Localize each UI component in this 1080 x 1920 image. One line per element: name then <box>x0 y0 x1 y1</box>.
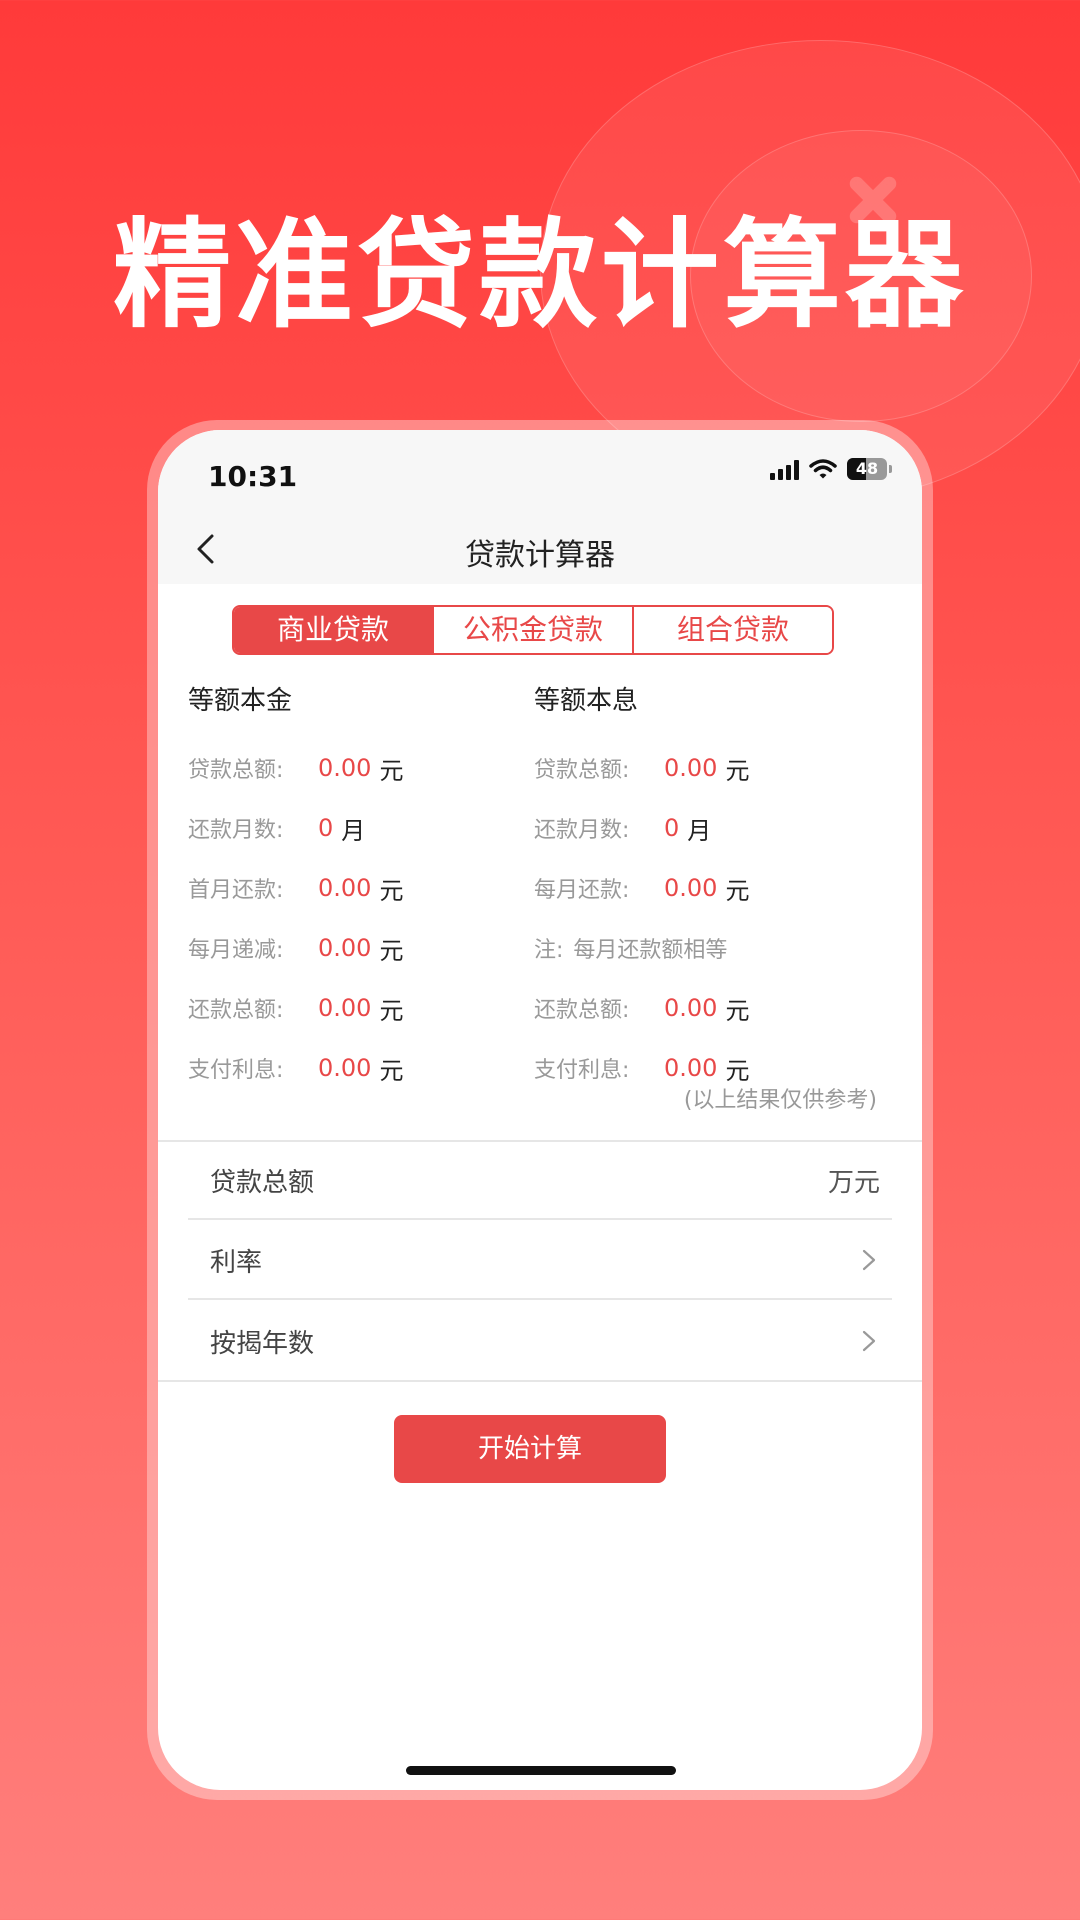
result-value: 0.00 <box>318 934 372 962</box>
equal-principal-column: 等额本金 贷款总额: 0.00 元 还款月数: 0 月 首月还款: 0.00 元… <box>188 678 534 1098</box>
result-unit: 元 <box>725 756 750 785</box>
result-unit: 元 <box>379 996 404 1025</box>
result-row: 还款月数: 0 月 <box>534 798 880 858</box>
status-time: 10:31 <box>208 460 298 493</box>
result-value: 0 <box>318 814 334 842</box>
nav-title: 贷款计算器 <box>465 538 615 573</box>
result-value: 0.00 <box>318 874 372 902</box>
result-label: 贷款总额: <box>188 758 284 783</box>
equal-installment-column: 等额本息 贷款总额: 0.00 元 还款月数: 0 月 每月还款: 0.00 元… <box>534 678 880 1098</box>
result-unit: 月 <box>687 816 712 845</box>
status-bar: 10:31 48 <box>158 430 922 514</box>
result-value: 0.00 <box>318 994 372 1022</box>
result-value: 0.00 <box>318 1054 372 1082</box>
result-row: 还款总额: 0.00 元 <box>534 978 880 1038</box>
result-label: 首月还款: <box>188 878 284 903</box>
result-row-note: 注: 每月还款额相等 <box>534 918 880 978</box>
result-label: 还款月数: <box>188 818 284 843</box>
disclaimer-note: (以上结果仅供参考) <box>683 1088 877 1113</box>
home-indicator[interactable] <box>406 1766 676 1775</box>
result-value: 0.00 <box>664 1054 718 1082</box>
signal-icon <box>770 458 799 480</box>
loan-type-tabs: 商业贷款 公积金贷款 组合贷款 <box>232 605 834 655</box>
result-unit: 元 <box>725 1056 750 1085</box>
wifi-icon <box>809 459 837 479</box>
loan-amount-unit: 万元 <box>827 1167 880 1198</box>
chevron-right-icon <box>862 1330 876 1352</box>
note-label: 注: <box>534 938 564 963</box>
result-value: 0.00 <box>318 754 372 782</box>
tab-commercial-loan[interactable]: 商业贷款 <box>234 607 432 653</box>
result-row: 支付利息: 0.00 元 <box>188 1038 534 1098</box>
chevron-right-icon <box>862 1249 876 1271</box>
result-value: 0.00 <box>664 994 718 1022</box>
result-row: 每月还款: 0.00 元 <box>534 858 880 918</box>
result-label: 还款总额: <box>188 998 284 1023</box>
column-title: 等额本金 <box>188 686 293 716</box>
result-unit: 元 <box>725 996 750 1025</box>
mortgage-years-label: 按揭年数 <box>210 1328 315 1359</box>
result-unit: 元 <box>725 876 750 905</box>
result-row: 首月还款: 0.00 元 <box>188 858 534 918</box>
result-label: 支付利息: <box>534 1058 630 1083</box>
note-text: 每月还款额相等 <box>573 938 728 963</box>
phone-screen: 10:31 48 贷款计算器 商业贷款 公积金贷款 组合贷款 等额本金 贷款总额… <box>158 430 922 1790</box>
rate-row[interactable]: 利率 <box>188 1222 892 1300</box>
start-calculation-button[interactable]: 开始计算 <box>394 1415 666 1483</box>
results-panel: 等额本金 贷款总额: 0.00 元 还款月数: 0 月 首月还款: 0.00 元… <box>188 678 892 1098</box>
status-icons: 48 <box>770 458 892 480</box>
divider <box>158 1380 922 1382</box>
result-value: 0 <box>664 814 680 842</box>
result-value: 0.00 <box>664 754 718 782</box>
result-row: 贷款总额: 0.00 元 <box>534 738 880 798</box>
battery-icon: 48 <box>847 458 887 480</box>
result-label: 每月递减: <box>188 938 284 963</box>
result-label: 支付利息: <box>188 1058 284 1083</box>
mortgage-years-row[interactable]: 按揭年数 <box>188 1302 892 1380</box>
result-label: 每月还款: <box>534 878 630 903</box>
result-unit: 元 <box>379 876 404 905</box>
result-value: 0.00 <box>664 874 718 902</box>
result-unit: 月 <box>341 816 366 845</box>
result-unit: 元 <box>379 1056 404 1085</box>
nav-bar: 贷款计算器 <box>158 514 922 584</box>
tab-combined-loan[interactable]: 组合贷款 <box>632 607 832 653</box>
result-unit: 元 <box>379 756 404 785</box>
loan-amount-row[interactable]: 贷款总额 万元 <box>188 1142 892 1220</box>
battery-label: 48 <box>855 459 879 478</box>
hero-title: 精准贷款计算器 <box>112 206 967 344</box>
result-label: 还款月数: <box>534 818 630 843</box>
result-row: 还款月数: 0 月 <box>188 798 534 858</box>
rate-label: 利率 <box>210 1247 263 1278</box>
loan-amount-label: 贷款总额 <box>210 1167 315 1198</box>
result-row: 每月递减: 0.00 元 <box>188 918 534 978</box>
result-label: 贷款总额: <box>534 758 630 783</box>
battery-cap <box>889 465 892 473</box>
result-label: 还款总额: <box>534 998 630 1023</box>
result-row: 还款总额: 0.00 元 <box>188 978 534 1038</box>
tab-provident-fund-loan[interactable]: 公积金贷款 <box>432 607 632 653</box>
result-unit: 元 <box>379 936 404 965</box>
result-row: 贷款总额: 0.00 元 <box>188 738 534 798</box>
column-title: 等额本息 <box>534 686 639 716</box>
